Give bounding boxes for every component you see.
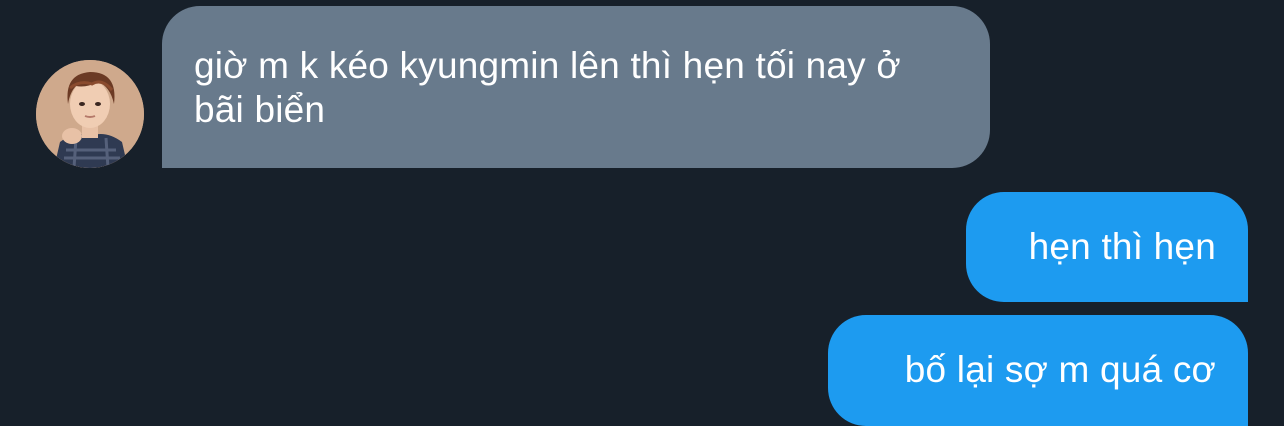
sender-avatar[interactable] (36, 60, 144, 168)
outgoing-message-bubble[interactable]: bố lại sợ m quá cơ (828, 315, 1248, 426)
avatar-photo (36, 60, 144, 168)
message-text: giờ m k kéo kyungmin lên thì hẹn tối nay… (194, 45, 901, 130)
message-text: bố lại sợ m quá cơ (904, 349, 1216, 390)
outgoing-message-bubble[interactable]: hẹn thì hẹn (966, 192, 1248, 302)
message-text: hẹn thì hẹn (1028, 226, 1216, 267)
incoming-message-bubble[interactable]: giờ m k kéo kyungmin lên thì hẹn tối nay… (162, 6, 990, 168)
